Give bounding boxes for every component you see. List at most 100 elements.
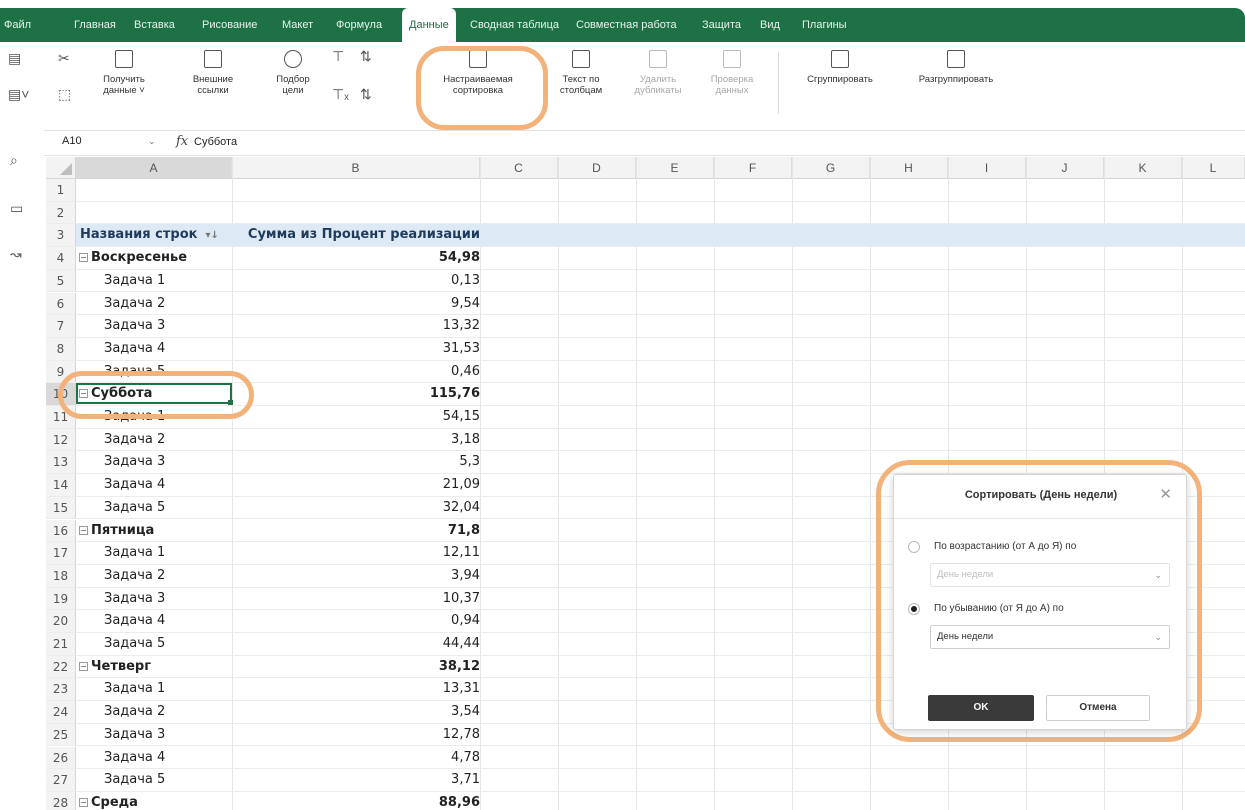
menu-draw[interactable]: Рисование	[202, 8, 257, 42]
group-button[interactable]: Сгруппировать	[796, 50, 884, 85]
pivot-group-cell[interactable]: − Пятница	[76, 520, 154, 542]
row-header[interactable]: 17	[46, 542, 76, 564]
paste-icon[interactable]: ▤	[8, 50, 21, 67]
filter-dropdown-icon[interactable]: ▾↓	[205, 225, 218, 247]
menu-file[interactable]: Файл	[4, 8, 31, 42]
column-header-f[interactable]: F	[714, 157, 792, 179]
column-header-g[interactable]: G	[792, 157, 870, 179]
pivot-item-cell[interactable]: Задача 3	[76, 588, 165, 610]
close-icon[interactable]: ✕	[1159, 485, 1172, 503]
pivot-value-cell[interactable]: 71,8	[232, 520, 480, 542]
cancel-button[interactable]: Отмена	[1046, 695, 1150, 721]
row-header[interactable]: 14	[46, 474, 76, 496]
pivot-value-cell[interactable]: 13,31	[232, 678, 480, 700]
pivot-item-cell[interactable]: Задача 2	[76, 429, 165, 451]
row-header[interactable]: 27	[46, 769, 76, 791]
pivot-value-cell[interactable]: 88,96	[232, 792, 480, 810]
row-header[interactable]: 13	[46, 451, 76, 474]
column-header-c[interactable]: C	[480, 157, 558, 179]
menu-pivot-table[interactable]: Сводная таблица	[470, 8, 559, 42]
pivot-value-cell[interactable]: 3,54	[232, 701, 480, 723]
chevron-down-icon[interactable]: ⌄	[148, 136, 156, 147]
ungroup-button[interactable]: Разгруппировать	[904, 50, 1008, 85]
row-header[interactable]: 6	[46, 292, 76, 315]
pivot-value-cell[interactable]: 0,94	[232, 610, 480, 632]
descending-radio[interactable]	[908, 603, 920, 615]
row-header[interactable]: 19	[46, 587, 76, 610]
pivot-value-cell[interactable]: 21,09	[232, 474, 480, 496]
cut-icon[interactable]: ✂	[58, 50, 70, 67]
row-header[interactable]: 15	[46, 496, 76, 519]
external-links-button[interactable]: Внешние ссылки	[184, 50, 242, 96]
menu-view[interactable]: Вид	[760, 8, 780, 42]
row-header[interactable]: 26	[46, 746, 76, 769]
ascending-field-select[interactable]: День недели ⌄	[930, 563, 1170, 587]
pivot-item-cell[interactable]: Задача 5	[76, 633, 165, 655]
row-header[interactable]: 20	[46, 610, 76, 632]
pivot-value-cell[interactable]: 9,54	[232, 293, 480, 315]
collapse-icon[interactable]: −	[79, 661, 88, 671]
row-header[interactable]: 16	[46, 519, 76, 542]
pivot-value-cell[interactable]: 12,78	[232, 724, 480, 746]
pivot-value-cell[interactable]: 44,44	[232, 633, 480, 655]
pivot-item-cell[interactable]: Задача 1	[76, 542, 165, 564]
column-header-h[interactable]: H	[870, 157, 948, 179]
row-header[interactable]: 22	[46, 655, 76, 678]
clear-filter-icon[interactable]: ⊤ₓ	[332, 86, 349, 103]
pivot-value-cell[interactable]: 38,12	[232, 656, 480, 678]
data-validation-button[interactable]: Проверка данных	[704, 50, 760, 96]
ascending-radio[interactable]	[908, 541, 920, 553]
sort-descending-icon[interactable]: ⇅	[360, 86, 372, 103]
pivot-value-cell[interactable]: 0,13	[232, 270, 480, 292]
spellcheck-icon[interactable]: ↝	[10, 246, 22, 263]
pivot-value-cell[interactable]: 3,94	[232, 565, 480, 587]
pivot-value-cell[interactable]: 54,98	[232, 247, 480, 269]
collapse-icon[interactable]: −	[79, 797, 88, 807]
pivot-value-cell[interactable]: 12,11	[232, 542, 480, 564]
row-header[interactable]: 25	[46, 723, 76, 746]
comment-icon[interactable]: ▭	[10, 200, 23, 217]
row-header[interactable]: 21	[46, 633, 76, 655]
pivot-header-values[interactable]: Сумма из Процент реализации	[232, 224, 480, 246]
ok-button[interactable]: OK	[928, 695, 1034, 721]
pivot-value-cell[interactable]: 31,53	[232, 338, 480, 360]
row-header[interactable]: 7	[46, 315, 76, 337]
pivot-value-cell[interactable]: 13,32	[232, 315, 480, 337]
pivot-item-cell[interactable]: Задача 4	[76, 338, 165, 360]
pivot-item-cell[interactable]: Задача 4	[76, 747, 165, 769]
pivot-item-cell[interactable]: Задача 5	[76, 497, 165, 519]
formula-input[interactable]: Суббота	[194, 136, 237, 148]
pivot-group-cell[interactable]: − Четверг	[76, 656, 151, 678]
pivot-item-cell[interactable]: Задача 3	[76, 315, 165, 337]
row-header[interactable]: 4	[46, 247, 76, 269]
row-header[interactable]: 5	[46, 269, 76, 292]
column-header-e[interactable]: E	[636, 157, 714, 179]
pivot-value-cell[interactable]: 32,04	[232, 497, 480, 519]
pivot-value-cell[interactable]: 4,78	[232, 747, 480, 769]
pivot-item-cell[interactable]: Задача 2	[76, 565, 165, 587]
pivot-value-cell[interactable]: 5,3	[232, 451, 480, 473]
select-all-corner[interactable]	[46, 157, 76, 179]
filter-icon[interactable]: ⊤	[332, 48, 344, 65]
pivot-item-cell[interactable]: Задача 2	[76, 293, 165, 315]
pivot-item-cell[interactable]: Задача 1	[76, 270, 165, 292]
menu-collaboration[interactable]: Совместная работа	[576, 8, 677, 42]
column-header-i[interactable]: I	[948, 157, 1026, 179]
row-header[interactable]: 3	[46, 224, 76, 247]
pivot-value-cell[interactable]: 115,76	[232, 383, 480, 405]
pivot-item-cell[interactable]: Задача 3	[76, 724, 165, 746]
pivot-value-cell[interactable]: 3,71	[232, 769, 480, 791]
column-header-l[interactable]: L	[1182, 157, 1245, 179]
column-header-a[interactable]: A	[76, 157, 232, 179]
pivot-item-cell[interactable]: Задача 4	[76, 610, 165, 632]
pivot-item-cell[interactable]: Задача 2	[76, 701, 165, 723]
search-icon[interactable]: ⌕	[10, 152, 18, 169]
pivot-item-cell[interactable]: Задача 5	[76, 769, 165, 791]
name-box[interactable]: A10	[62, 135, 82, 147]
menu-insert[interactable]: Вставка	[134, 8, 175, 42]
pivot-value-cell[interactable]: 0,46	[232, 361, 480, 383]
copy-icon[interactable]: ⬚	[58, 86, 71, 103]
menu-home[interactable]: Главная	[74, 8, 116, 42]
pivot-group-cell[interactable]: − Среда	[76, 792, 138, 810]
column-header-b[interactable]: B	[232, 157, 480, 179]
